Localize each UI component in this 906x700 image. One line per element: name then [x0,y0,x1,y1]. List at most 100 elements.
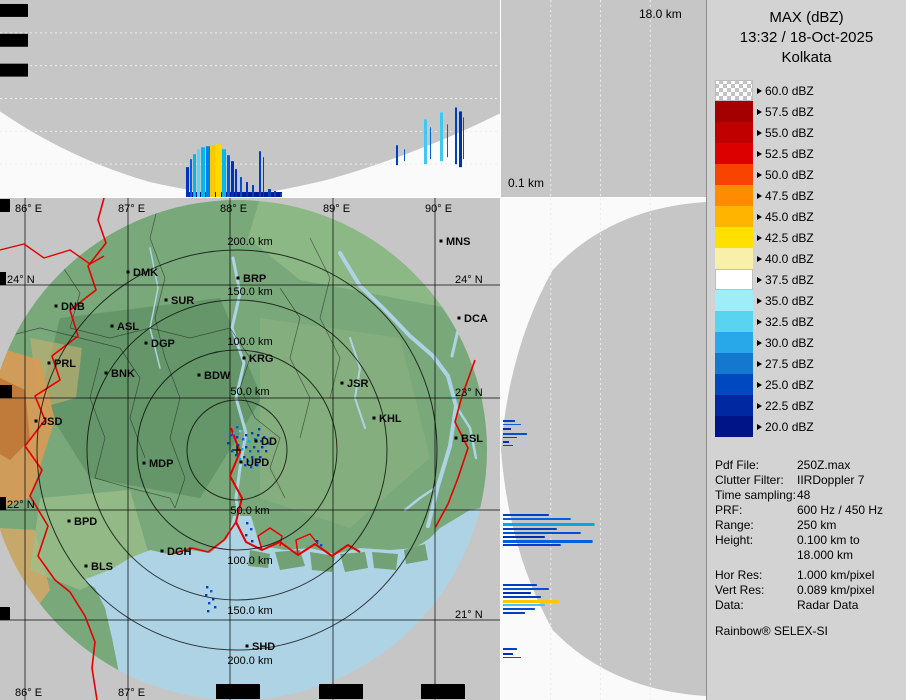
legend-row: 37.5 dBZ [715,269,814,290]
info-row: Time sampling:48 [715,488,905,503]
city-dot-icon [85,565,88,568]
info-value: Radar Data [797,598,858,613]
info-row: 18.000 km [715,548,905,563]
legend-tick-icon [757,172,762,178]
city-label: MNS [446,236,470,248]
legend-tick-icon [757,193,762,199]
legend-row: 20.0 dBZ [715,416,814,437]
radar-map-canvas[interactable]: 50.0 km50.0 km100.0 km100.0 km150.0 km15… [0,198,500,700]
svg-text:88° E: 88° E [220,687,247,699]
info-value: 48 [797,488,810,503]
dbz-color-scale: 60.0 dBZ57.5 dBZ55.0 dBZ52.5 dBZ50.0 dBZ… [715,80,814,437]
svg-text:89° E: 89° E [323,203,350,215]
city-dot-icon [48,362,51,365]
legend-dbz-label: 60.0 dBZ [765,84,814,98]
legend-dbz-label: 45.0 dBZ [765,210,814,224]
city-dot-icon [440,240,443,243]
side-projection-canvas [501,198,706,700]
legend-dbz-label: 55.0 dBZ [765,126,814,140]
info-row: Range:250 km [715,518,905,533]
info-value: IIRDoppler 7 [797,473,864,488]
info-value: 250 km [797,518,836,533]
top-projection-canvas [0,0,500,197]
legend-tick-icon [757,214,762,220]
legend-color-swatch [715,416,753,437]
legend-tick-icon [757,361,762,367]
city-label: SUR [171,295,194,307]
product-datetime: 13:32 / 18-Oct-2025 [707,28,906,48]
legend-row: 40.0 dBZ [715,248,814,269]
city-dot-icon [373,417,376,420]
legend-dbz-label: 57.5 dBZ [765,105,814,119]
info-value: 0.100 km to [797,533,860,548]
legend-dbz-label: 25.0 dBZ [765,378,814,392]
legend-row: 52.5 dBZ [715,143,814,164]
info-label: Pdf File: [715,458,797,473]
city-dot-icon [35,420,38,423]
info-row: Pdf File:250Z.max [715,458,905,473]
city-dot-icon [161,550,164,553]
city-label: DCA [464,313,488,325]
legend-row: 60.0 dBZ [715,80,814,101]
info-row: Data:Radar Data [715,598,905,613]
legend-dbz-label: 52.5 dBZ [765,147,814,161]
title-block: MAX (dBZ) 13:32 / 18-Oct-2025 Kolkata [707,0,906,68]
city-label: BDW [204,370,231,382]
legend-tick-icon [757,340,762,346]
legend-row: 57.5 dBZ [715,101,814,122]
svg-text:90° E: 90° E [425,687,452,699]
city-label: SHD [252,641,275,653]
legend-color-swatch [715,374,753,395]
city-dot-icon [111,325,114,328]
info-value: 0.089 km/pixel [797,583,874,598]
svg-text:150.0 km: 150.0 km [227,605,272,617]
legend-dbz-label: 35.0 dBZ [765,294,814,308]
city-label: BSL [461,433,483,445]
legend-color-swatch [715,206,753,227]
software-name: Rainbow® SELEX-SI [715,624,828,638]
city-label: UPD [246,457,269,469]
svg-text:89° E: 89° E [323,687,350,699]
legend-dbz-label: 47.5 dBZ [765,189,814,203]
station-name: Kolkata [707,48,906,68]
city-dot-icon [458,317,461,320]
city-label: JSD [41,416,62,428]
info-row: Height:0.100 km to [715,533,905,548]
svg-text:200.0 km: 200.0 km [227,236,272,248]
city-label: PRL [54,358,76,370]
legend-color-swatch [715,143,753,164]
legend-dbz-label: 37.5 dBZ [765,273,814,287]
city-label: KHL [379,413,402,425]
svg-text:24° N: 24° N [7,274,35,286]
info-row: Clutter Filter:IIRDoppler 7 [715,473,905,488]
svg-text:90° E: 90° E [425,203,452,215]
legend-color-swatch [715,395,753,416]
legend-tick-icon [757,235,762,241]
legend-color-swatch [715,353,753,374]
svg-text:150.0 km: 150.0 km [227,286,272,298]
city-dot-icon [237,277,240,280]
svg-text:86° E: 86° E [15,687,42,699]
radar-map-panel[interactable]: 50.0 km50.0 km100.0 km100.0 km150.0 km15… [0,198,500,700]
city-dot-icon [55,305,58,308]
vertical-projection-side-panel [500,198,706,700]
city-dot-icon [255,440,258,443]
info-row: PRF:600 Hz / 450 Hz [715,503,905,518]
svg-text:23° N: 23° N [455,387,483,399]
svg-text:21° N: 21° N [455,609,483,621]
city-dot-icon [455,437,458,440]
city-dot-icon [198,374,201,377]
height-axis-corner-panel: 18.0 km 0.1 km [500,0,706,198]
legend-color-swatch [715,80,753,101]
legend-tick-icon [757,382,762,388]
legend-color-swatch [715,269,753,290]
city-label: BRP [243,273,266,285]
city-dot-icon [127,271,130,274]
city-label: DMK [133,267,158,279]
city-label: DNB [61,301,85,313]
info-label: PRF: [715,503,797,518]
legend-dbz-label: 40.0 dBZ [765,252,814,266]
svg-text:87° E: 87° E [118,203,145,215]
product-title: MAX (dBZ) [707,8,906,28]
legend-color-swatch [715,164,753,185]
